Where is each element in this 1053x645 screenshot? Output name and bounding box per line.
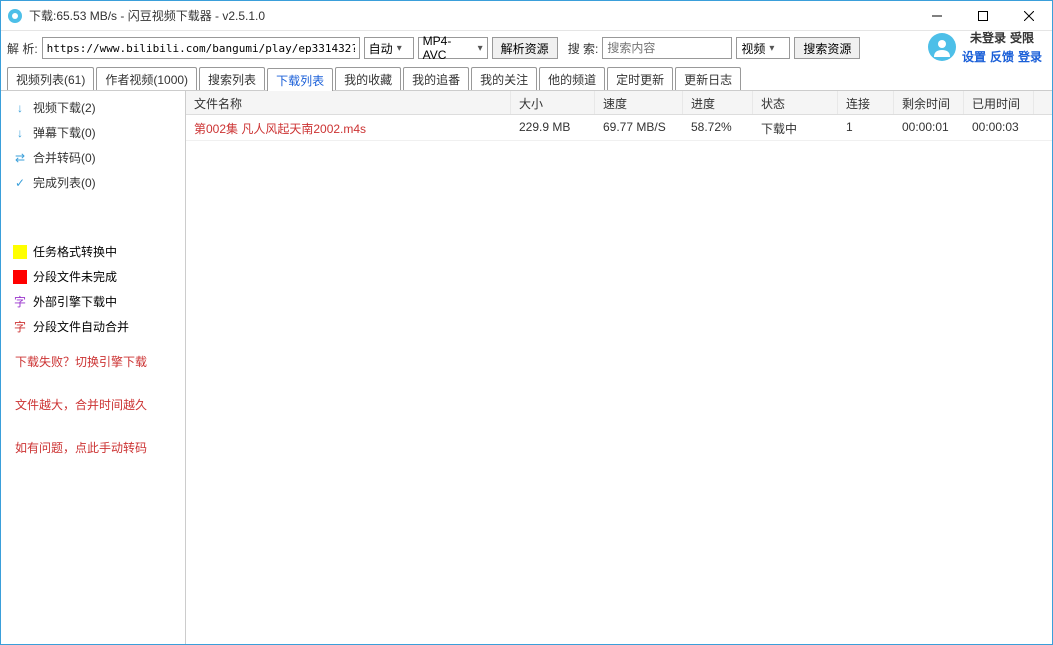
legend-converting: 任务格式转换中 bbox=[9, 241, 177, 262]
check-icon: ✓ bbox=[13, 176, 27, 190]
avatar[interactable] bbox=[928, 33, 956, 61]
char-icon: 字 bbox=[13, 293, 27, 310]
yellow-box-icon bbox=[13, 245, 27, 259]
sidebar-item-video[interactable]: ↓视频下载(2) bbox=[9, 97, 177, 118]
col-header-speed[interactable]: 速度 bbox=[595, 91, 683, 114]
cell-remain: 00:00:01 bbox=[894, 115, 964, 140]
table-row[interactable]: 第002集 凡人风起天南2002.m4s 229.9 MB 69.77 MB/S… bbox=[186, 115, 1052, 141]
tabs: 视频列表(61) 作者视频(1000) 搜索列表 下载列表 我的收藏 我的追番 … bbox=[1, 65, 1052, 91]
titlebar: 下载:65.53 MB/s - 闪豆视频下载器 - v2.5.1.0 bbox=[1, 1, 1052, 31]
minimize-button[interactable] bbox=[914, 1, 960, 31]
auto-select[interactable]: 自动▾ bbox=[364, 37, 414, 59]
help-mergetime[interactable]: 文件越大，合并时间越久 bbox=[9, 392, 177, 417]
sidebar: ↓视频下载(2) ↓弹幕下载(0) ⇄合并转码(0) ✓完成列表(0) 任务格式… bbox=[1, 91, 186, 644]
tab-downloadlist[interactable]: 下载列表 bbox=[267, 68, 333, 91]
chevron-down-icon: ▾ bbox=[769, 43, 774, 54]
col-header-size[interactable]: 大小 bbox=[511, 91, 595, 114]
sidebar-item-danmu[interactable]: ↓弹幕下载(0) bbox=[9, 122, 177, 143]
table-header: 文件名称 大小 速度 进度 状态 连接 剩余时间 已用时间 bbox=[186, 91, 1052, 115]
close-button[interactable] bbox=[1006, 1, 1052, 31]
download-icon: ↓ bbox=[13, 101, 27, 115]
app-icon bbox=[7, 8, 23, 24]
cell-speed: 69.77 MB/S bbox=[595, 115, 683, 140]
search-label: 搜 索: bbox=[568, 40, 599, 57]
red-box-icon bbox=[13, 270, 27, 284]
tab-changelog[interactable]: 更新日志 bbox=[675, 67, 741, 90]
restrict-status: 受限 bbox=[1010, 29, 1034, 46]
cell-elapsed: 00:00:03 bbox=[964, 115, 1034, 140]
col-header-status[interactable]: 状态 bbox=[753, 91, 838, 114]
cell-status: 下载中 bbox=[753, 115, 838, 140]
search-type-select[interactable]: 视频▾ bbox=[736, 37, 790, 59]
url-input[interactable] bbox=[42, 37, 360, 59]
settings-link[interactable]: 设置 bbox=[962, 48, 986, 65]
sidebar-item-done[interactable]: ✓完成列表(0) bbox=[9, 172, 177, 193]
toolbar: 解 析: 自动▾ MP4-AVC▾ 解析资源 搜 索: 视频▾ 搜索资源 未登录… bbox=[1, 31, 1052, 65]
legend-incomplete: 分段文件未完成 bbox=[9, 266, 177, 287]
legend-external: 字外部引擎下载中 bbox=[9, 291, 177, 312]
tab-channel[interactable]: 他的频道 bbox=[539, 67, 605, 90]
tab-authorvideo[interactable]: 作者视频(1000) bbox=[96, 67, 197, 90]
col-header-progress[interactable]: 进度 bbox=[683, 91, 753, 114]
login-link[interactable]: 登录 bbox=[1018, 48, 1042, 65]
cell-conn: 1 bbox=[838, 115, 894, 140]
format-select[interactable]: MP4-AVC▾ bbox=[418, 37, 488, 59]
parse-button[interactable]: 解析资源 bbox=[492, 37, 558, 59]
search-button[interactable]: 搜索资源 bbox=[794, 37, 860, 59]
char-icon: 字 bbox=[13, 318, 27, 335]
tab-videolist[interactable]: 视频列表(61) bbox=[7, 67, 94, 90]
sidebar-item-merge[interactable]: ⇄合并转码(0) bbox=[9, 147, 177, 168]
download-icon: ↓ bbox=[13, 126, 27, 140]
tab-following[interactable]: 我的关注 bbox=[471, 67, 537, 90]
maximize-button[interactable] bbox=[960, 1, 1006, 31]
search-input[interactable] bbox=[602, 37, 732, 59]
col-header-elapsed[interactable]: 已用时间 bbox=[964, 91, 1034, 114]
cell-name: 第002集 凡人风起天南2002.m4s bbox=[186, 115, 511, 140]
cell-progress: 58.72% bbox=[683, 115, 753, 140]
tab-follow[interactable]: 我的追番 bbox=[403, 67, 469, 90]
feedback-link[interactable]: 反馈 bbox=[990, 48, 1014, 65]
chevron-down-icon: ▾ bbox=[478, 43, 483, 54]
tab-schedule[interactable]: 定时更新 bbox=[607, 67, 673, 90]
tab-searchlist[interactable]: 搜索列表 bbox=[199, 67, 265, 90]
user-area: 未登录 受限 设置 反馈 登录 bbox=[928, 29, 1042, 65]
titlebar-text: 下载:65.53 MB/s - 闪豆视频下载器 - v2.5.1.0 bbox=[29, 7, 914, 24]
cell-size: 229.9 MB bbox=[511, 115, 595, 140]
transcode-icon: ⇄ bbox=[13, 151, 27, 165]
legend-automerge: 字分段文件自动合并 bbox=[9, 316, 177, 337]
col-header-conn[interactable]: 连接 bbox=[838, 91, 894, 114]
login-status: 未登录 bbox=[970, 29, 1006, 46]
help-switchengine[interactable]: 下载失败？切换引擎下载 bbox=[9, 349, 177, 374]
tab-favorites[interactable]: 我的收藏 bbox=[335, 67, 401, 90]
help-manual[interactable]: 如有问题，点此手动转码 bbox=[9, 435, 177, 460]
col-header-name[interactable]: 文件名称 bbox=[186, 91, 511, 114]
col-header-remain[interactable]: 剩余时间 bbox=[894, 91, 964, 114]
parse-label: 解 析: bbox=[7, 40, 38, 57]
download-table: 文件名称 大小 速度 进度 状态 连接 剩余时间 已用时间 第002集 凡人风起… bbox=[186, 91, 1052, 644]
window-controls bbox=[914, 1, 1052, 31]
chevron-down-icon: ▾ bbox=[397, 43, 402, 54]
